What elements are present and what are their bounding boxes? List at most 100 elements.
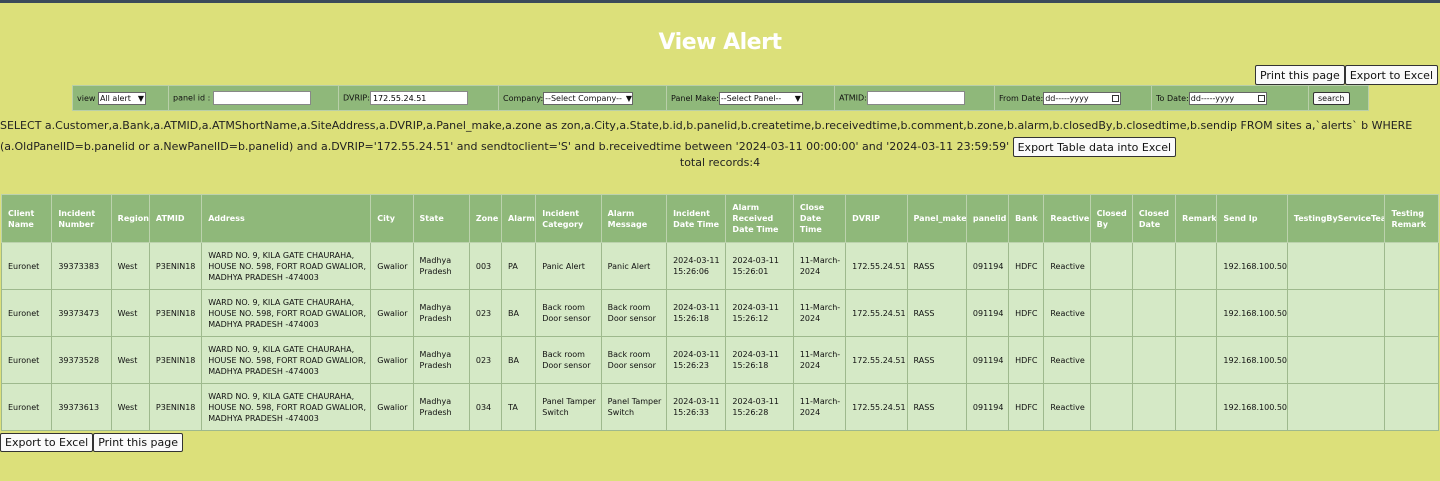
- column-header[interactable]: Bank: [1008, 194, 1045, 243]
- table-cell: 192.168.100.50: [1216, 383, 1288, 431]
- table-cell: P3ENIN18: [148, 289, 203, 337]
- table-cell: Reactive: [1043, 242, 1091, 290]
- table-cell: 2024-03-11 15:26:23: [666, 336, 727, 384]
- column-header[interactable]: State: [412, 194, 470, 243]
- from-date-filter: From Date: dd-----yyyy: [994, 85, 1152, 111]
- search-cell: search: [1308, 85, 1369, 111]
- table-cell: 11-March-2024: [792, 336, 847, 384]
- company-select[interactable]: --Select Company-- ▼: [543, 91, 634, 105]
- view-select[interactable]: All alert ▼: [97, 91, 146, 105]
- table-cell: [1384, 289, 1439, 337]
- table-cell: RASS: [906, 383, 967, 431]
- chevron-down-icon: ▼: [794, 93, 801, 103]
- export-table-button[interactable]: Export Table data into Excel: [1012, 137, 1177, 157]
- column-header[interactable]: Reactive: [1043, 194, 1091, 243]
- table-cell: [1089, 289, 1133, 337]
- table-cell: West: [110, 289, 150, 337]
- print-button[interactable]: Print this page: [1254, 65, 1345, 85]
- table-cell: 2024-03-11 15:26:12: [725, 289, 794, 337]
- table-cell: 11-March-2024: [792, 242, 847, 290]
- column-header[interactable]: Panel_make: [906, 194, 967, 243]
- column-header[interactable]: Closed Date: [1131, 194, 1177, 243]
- table-cell: Panic Alert: [600, 242, 668, 290]
- table-cell: 39373528: [51, 336, 112, 384]
- top-border: [0, 0, 1440, 3]
- column-header[interactable]: Zone: [468, 194, 503, 243]
- from-date-input[interactable]: dd-----yyyy: [1043, 91, 1122, 105]
- table-cell: [1131, 336, 1177, 384]
- table-cell: 003: [468, 242, 503, 290]
- column-header[interactable]: panelid: [965, 194, 1010, 243]
- column-header[interactable]: Close Date Time: [792, 194, 847, 243]
- view-label: view: [77, 93, 96, 103]
- column-header[interactable]: Send Ip: [1216, 194, 1288, 243]
- table-cell: [1089, 336, 1133, 384]
- table-cell: Gwalior: [370, 336, 414, 384]
- table-cell: P3ENIN18: [148, 383, 203, 431]
- table-cell: Back room Door sensor: [535, 336, 602, 384]
- table-cell: Back room Door sensor: [600, 336, 668, 384]
- table-header-row: Client Name Incident Number Region ATMID…: [0, 194, 1439, 243]
- table-cell: P3ENIN18: [148, 336, 203, 384]
- column-header[interactable]: Alarm: [501, 194, 537, 243]
- table-cell: BA: [501, 289, 537, 337]
- table-cell: [1131, 242, 1177, 290]
- column-header[interactable]: Closed By: [1089, 194, 1133, 243]
- table-cell: Madhya Pradesh: [412, 336, 470, 384]
- bottom-actions: Export to Excel Print this page: [0, 433, 184, 452]
- column-header[interactable]: DVRIP: [845, 194, 908, 243]
- calendar-icon[interactable]: [1112, 94, 1120, 102]
- export-excel-button-bottom[interactable]: Export to Excel: [0, 433, 94, 452]
- panel-make-filter: Panel Make: --Select Panel-- ▼: [666, 85, 835, 111]
- column-header[interactable]: Client Name: [0, 194, 53, 243]
- table-cell: [1384, 242, 1439, 290]
- table-cell: Reactive: [1043, 336, 1091, 384]
- column-header[interactable]: Region: [110, 194, 150, 243]
- print-button-bottom[interactable]: Print this page: [93, 433, 184, 452]
- calendar-icon[interactable]: [1257, 94, 1265, 102]
- table-cell: 2024-03-11 15:26:33: [666, 383, 727, 431]
- search-button[interactable]: search: [1313, 91, 1350, 105]
- column-header[interactable]: Alarm Received Date Time: [725, 194, 794, 243]
- view-select-value: All alert: [99, 93, 131, 103]
- chevron-down-icon: ▼: [137, 93, 144, 103]
- column-header[interactable]: Address: [201, 194, 372, 243]
- table-cell: RASS: [906, 336, 967, 384]
- column-header[interactable]: Incident Category: [535, 194, 602, 243]
- dvrip-input[interactable]: [369, 91, 468, 105]
- view-filter: view All alert ▼: [72, 85, 169, 111]
- table-cell: 091194: [965, 289, 1010, 337]
- dvrip-filter: DVRIP:: [338, 85, 499, 111]
- table-cell: 023: [468, 289, 503, 337]
- table-cell: [1175, 289, 1218, 337]
- panel-id-input[interactable]: [212, 91, 311, 105]
- column-header[interactable]: TestingByServiceTeam: [1286, 194, 1386, 243]
- table-cell: 091194: [965, 383, 1010, 431]
- to-date-input[interactable]: dd-----yyyy: [1188, 91, 1267, 105]
- to-date-filter: To Date: dd-----yyyy: [1151, 85, 1309, 111]
- column-header[interactable]: ATMID: [148, 194, 203, 243]
- table-row: Euronet 39373473 West P3ENIN18 WARD NO. 9, K…: [0, 289, 1439, 337]
- export-excel-button[interactable]: Export to Excel: [1344, 65, 1438, 85]
- atmid-input[interactable]: [866, 91, 965, 105]
- column-header[interactable]: Remark: [1175, 194, 1218, 243]
- table-cell: Gwalior: [370, 383, 414, 431]
- table-cell: 192.168.100.50: [1216, 289, 1288, 337]
- table-cell: WARD NO. 9, KILA GATE CHAURAHA, HOUSE NO…: [201, 289, 372, 337]
- table-cell: West: [110, 242, 150, 290]
- column-header[interactable]: Incident Number: [51, 194, 112, 243]
- column-header[interactable]: Alarm Message: [600, 194, 668, 243]
- table-cell: P3ENIN18: [148, 242, 203, 290]
- table-cell: Gwalior: [370, 289, 414, 337]
- column-header[interactable]: City: [370, 194, 414, 243]
- table-cell: BA: [501, 336, 537, 384]
- table-cell: RASS: [906, 242, 967, 290]
- atmid-label: ATMID:: [839, 93, 867, 103]
- table-cell: Euronet: [0, 336, 53, 384]
- column-header[interactable]: Testing Remark: [1384, 194, 1439, 243]
- panel-make-select[interactable]: --Select Panel-- ▼: [718, 91, 803, 105]
- column-header[interactable]: Incident Date Time: [666, 194, 727, 243]
- from-date-placeholder: dd-----yyyy: [1045, 93, 1089, 103]
- table-cell: Madhya Pradesh: [412, 242, 470, 290]
- query-text-block: SELECT a.Customer,a.Bank,a.ATMID,a.ATMSh…: [0, 115, 1440, 157]
